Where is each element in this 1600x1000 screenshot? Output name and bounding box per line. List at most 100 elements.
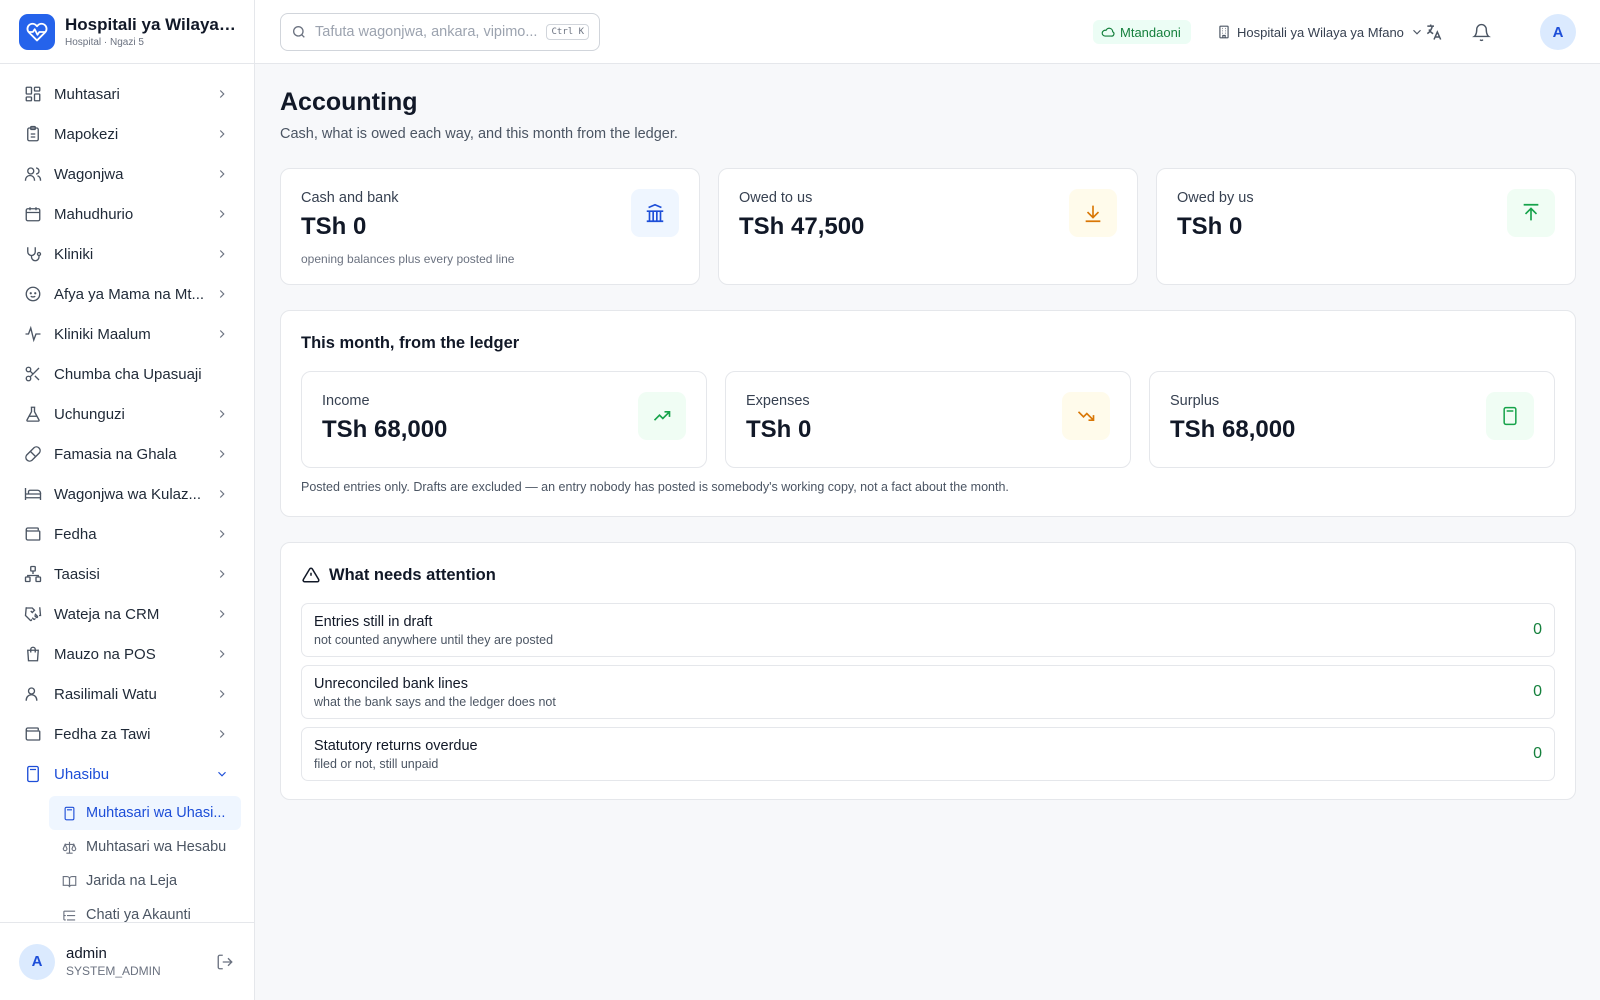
- sidebar-item-fedha-za-tawi[interactable]: Fedha za Tawi: [0, 714, 254, 754]
- upload-icon: [1507, 189, 1555, 237]
- chevron-right-icon: [214, 86, 230, 102]
- surplus-card: Surplus TSh 68,000: [1149, 371, 1555, 468]
- sidebar-item-label: Famasia na Ghala: [54, 445, 177, 463]
- sidebar-item-muhtasari[interactable]: Muhtasari: [0, 74, 254, 114]
- sidebar-subitem-label: Jarida na Leja: [86, 873, 178, 889]
- trending-down-icon: [1062, 392, 1110, 440]
- pill-icon: [24, 445, 42, 463]
- sidebar-item-uhasibu[interactable]: Uhasibu: [0, 754, 254, 794]
- brand-title: Hospitali ya Wilaya ...: [65, 15, 235, 34]
- stat-label: Expenses: [746, 393, 810, 409]
- cash-and-bank-card: Cash and bank TSh 0 opening balances plu…: [280, 168, 700, 285]
- sidebar-item-uchunguzi[interactable]: Uchunguzi: [0, 394, 254, 434]
- chevron-right-icon: [214, 326, 230, 342]
- chevron-right-icon: [214, 646, 230, 662]
- sidebar-item-mapokezi[interactable]: Mapokezi: [0, 114, 254, 154]
- expenses-card: Expenses TSh 0: [725, 371, 1131, 468]
- sidebar-item-wagonjwa[interactable]: Wagonjwa: [0, 154, 254, 194]
- sidebar-item-kliniki-maalum[interactable]: Kliniki Maalum: [0, 314, 254, 354]
- chevron-down-icon: [214, 766, 230, 782]
- stat-label: Surplus: [1170, 393, 1220, 409]
- list-tree-icon: [61, 907, 77, 922]
- avatar[interactable]: A: [1540, 14, 1576, 50]
- search-box[interactable]: Ctrl K: [280, 13, 600, 51]
- users-icon: [24, 165, 42, 183]
- sidebar-item-mahudhurio[interactable]: Mahudhurio: [0, 194, 254, 234]
- facility-selector[interactable]: Hospitali ya Wilaya ya Mfano: [1217, 20, 1424, 44]
- owed-to-us-card: Owed to us TSh 47,500: [718, 168, 1138, 285]
- user-name: admin: [66, 945, 107, 962]
- sidebar-item-rasilimali-watu[interactable]: Rasilimali Watu: [0, 674, 254, 714]
- sidebar-item-wateja-na-crm[interactable]: Wateja na CRM: [0, 594, 254, 634]
- attention-row-statutory[interactable]: Statutory returns overdue filed or not, …: [301, 727, 1555, 781]
- attention-row-title: Entries still in draft: [314, 614, 433, 630]
- calculator-icon: [1486, 392, 1534, 440]
- chevron-right-icon: [214, 566, 230, 582]
- status-label: Mtandaoni: [1120, 24, 1181, 40]
- logout-icon[interactable]: [215, 952, 235, 972]
- chevron-right-icon: [214, 406, 230, 422]
- page-title: Accounting: [280, 88, 418, 116]
- baby-icon: [24, 285, 42, 303]
- brand-header[interactable]: Hospitali ya Wilaya ... Hospital · Ngazi…: [0, 0, 254, 64]
- sidebar-item-label: Taasisi: [54, 565, 100, 583]
- avatar[interactable]: A: [19, 943, 55, 980]
- wallet-icon: [24, 725, 42, 743]
- owed-by-us-card: Owed by us TSh 0: [1156, 168, 1576, 285]
- chevron-right-icon: [214, 206, 230, 222]
- stat-value: TSh 68,000: [322, 416, 448, 443]
- dashboard-icon: [24, 85, 42, 103]
- chevron-right-icon: [214, 606, 230, 622]
- sidebar-item-mauzo-na-pos[interactable]: Mauzo na POS: [0, 634, 254, 674]
- bell-icon[interactable]: [1470, 21, 1492, 43]
- attention-title: What needs attention: [329, 565, 496, 584]
- sidebar-subitem-muhtasari-wa-uhasibu[interactable]: Muhtasari wa Uhasi...: [49, 796, 241, 830]
- sidebar-subitem-label: Muhtasari wa Hesabu: [86, 839, 227, 855]
- language-icon[interactable]: [1423, 21, 1445, 43]
- attention-row-desc: not counted anywhere until they are post…: [314, 633, 554, 647]
- sidebar-item-kliniki[interactable]: Kliniki: [0, 234, 254, 274]
- chevron-right-icon: [214, 446, 230, 462]
- stat-value: TSh 68,000: [1170, 416, 1296, 443]
- search-icon: [291, 24, 307, 40]
- chevron-right-icon: [214, 246, 230, 262]
- sidebar-subitem-label: Chati ya Akaunti: [86, 907, 191, 922]
- stat-label: Cash and bank: [301, 190, 399, 206]
- sidebar-item-label: Wagonjwa wa Kulaz...: [54, 485, 202, 503]
- ledger-title: This month, from the ledger: [301, 334, 520, 352]
- sidebar-item-fedha[interactable]: Fedha: [0, 514, 254, 554]
- sidebar-item-label: Muhtasari: [54, 85, 120, 103]
- user-icon: [24, 685, 42, 703]
- scissors-icon: [24, 365, 42, 383]
- user-profile: A admin SYSTEM_ADMIN: [0, 922, 254, 1000]
- ledger-section: This month, from the ledger Income TSh 6…: [280, 310, 1576, 517]
- attention-row-unreconciled[interactable]: Unreconciled bank lines what the bank sa…: [301, 665, 1555, 719]
- handshake-icon: [24, 605, 42, 623]
- sidebar-subitem-jarida-na-leja[interactable]: Jarida na Leja: [49, 864, 241, 898]
- bank-icon: [631, 189, 679, 237]
- sidebar-item-label: Kliniki: [54, 245, 94, 263]
- wallet-icon: [24, 525, 42, 543]
- sidebar-item-taasisi[interactable]: Taasisi: [0, 554, 254, 594]
- attention-row-drafts[interactable]: Entries still in draft not counted anywh…: [301, 603, 1555, 657]
- calculator-icon: [61, 805, 77, 821]
- sidebar-subitem-muhtasari-wa-hesabu[interactable]: Muhtasari wa Hesabu: [49, 830, 241, 864]
- ledger-note: Posted entries only. Drafts are excluded…: [301, 480, 1009, 494]
- sidebar-item-famasia-na-ghala[interactable]: Famasia na Ghala: [0, 434, 254, 474]
- chevron-right-icon: [214, 286, 230, 302]
- book-icon: [61, 873, 77, 889]
- sidebar-item-label: Kliniki Maalum: [54, 325, 151, 343]
- stat-value: TSh 0: [301, 213, 367, 240]
- chevron-right-icon: [214, 726, 230, 742]
- sidebar-subitem-chati-ya-akaunti[interactable]: Chati ya Akaunti: [49, 898, 241, 922]
- search-input[interactable]: [315, 24, 547, 40]
- stat-label: Income: [322, 393, 370, 409]
- calculator-icon: [24, 765, 42, 783]
- heart-logo-icon: [19, 13, 55, 50]
- sidebar-item-label: Fedha za Tawi: [54, 725, 151, 743]
- sidebar-item-afya-ya-mama[interactable]: Afya ya Mama na Mt...: [0, 274, 254, 314]
- sidebar-item-wagonjwa-wa-kulazwa[interactable]: Wagonjwa wa Kulaz...: [0, 474, 254, 514]
- attention-row-desc: what the bank says and the ledger does n…: [314, 695, 556, 709]
- search-shortcut-badge: Ctrl K: [546, 24, 589, 40]
- sidebar-item-chumba-cha-upasuaji[interactable]: Chumba cha Upasuaji: [0, 354, 254, 394]
